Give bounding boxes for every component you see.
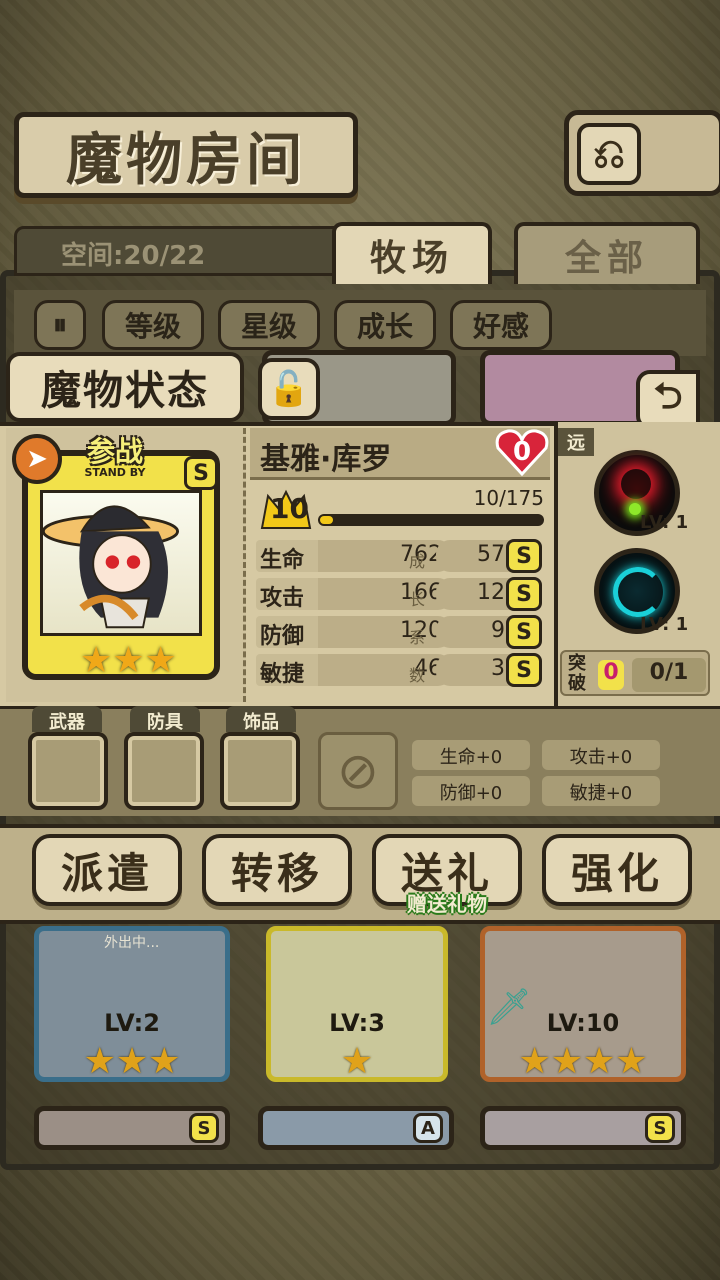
- bonus-attack: 攻击+0: [542, 740, 660, 770]
- sort-order-toggle-icon[interactable]: ⏸: [34, 300, 86, 350]
- stat-label: 生命: [256, 540, 318, 573]
- stat-label: 敏捷: [256, 654, 318, 687]
- tab-ranch[interactable]: 牧场: [332, 222, 492, 284]
- skill-glow: [621, 469, 651, 499]
- attack-type-icon: ➤: [12, 434, 62, 484]
- away-status: 外出中...: [104, 935, 160, 951]
- star-rating: ★★★: [80, 640, 177, 681]
- stat-value: 120: [318, 616, 452, 648]
- page-title: 魔物房间: [14, 112, 358, 198]
- back-button[interactable]: ⎌: [564, 110, 720, 196]
- stat-value: 166: [318, 578, 452, 610]
- growth-label-char: 长: [408, 590, 425, 609]
- sort-star-button[interactable]: 星级: [218, 300, 320, 350]
- status-title: 魔物状态: [6, 352, 244, 422]
- bonus-hp: 生命+0: [412, 740, 530, 770]
- breakthrough-ratio: 0/1: [632, 658, 706, 692]
- rank-badge: S: [645, 1113, 675, 1143]
- growth-grade-badge: S: [506, 577, 542, 611]
- sort-level-button[interactable]: 等级: [102, 300, 204, 350]
- roster-card[interactable]: S: [480, 1106, 686, 1150]
- accessory-slot[interactable]: [220, 732, 300, 810]
- transfer-button[interactable]: 转移: [202, 834, 352, 906]
- skill-level: LV: 1: [640, 614, 689, 635]
- roster-card-stars: ★★★: [83, 1041, 181, 1082]
- back-icon: ⎌: [577, 123, 641, 185]
- gift-sub-label: 赠送礼物: [407, 892, 487, 916]
- standby-sub-label: STAND BY: [84, 466, 146, 479]
- skill-level: LV: 1: [640, 512, 689, 533]
- monster-illustration: [43, 505, 179, 629]
- locked-slot-icon: ⊘: [318, 732, 398, 810]
- roster-card-level: LV:3: [329, 1009, 385, 1037]
- tab-all[interactable]: 全部: [514, 222, 700, 284]
- enhance-button[interactable]: 强化: [542, 834, 692, 906]
- accessory-label: 饰品: [226, 706, 296, 733]
- breakthrough-label: 突破: [568, 653, 586, 694]
- growth-label-char: 数: [408, 666, 425, 685]
- affection-value: 0: [512, 437, 532, 467]
- stat-value: 46: [318, 654, 452, 686]
- rank-badge: A: [413, 1113, 443, 1143]
- level-badge: 10: [258, 488, 314, 532]
- weapon-label: 武器: [32, 706, 102, 733]
- exp-text: 10/175: [473, 486, 544, 510]
- growth-label-char: 成: [408, 552, 425, 571]
- space-counter: 空间:20/22: [14, 226, 344, 276]
- lock-icon[interactable]: 🔓: [258, 358, 320, 420]
- standby-badge: 参战 STAND BY: [40, 430, 190, 479]
- roster-card-stars: ★: [340, 1041, 374, 1082]
- roster-card[interactable]: LV:3 ★: [266, 926, 448, 1082]
- dispatch-button[interactable]: 派遣: [32, 834, 182, 906]
- stat-label: 防御: [256, 616, 318, 649]
- monster-portrait: [40, 490, 202, 636]
- armor-label: 防具: [130, 706, 200, 733]
- bonus-agility: 敏捷+0: [542, 776, 660, 806]
- armor-slot[interactable]: [124, 732, 204, 810]
- bonus-defense: 防御+0: [412, 776, 530, 806]
- stat-label: 攻击: [256, 578, 318, 611]
- growth-grade-badge: S: [506, 539, 542, 573]
- rank-badge: S: [189, 1113, 219, 1143]
- rank-badge: S: [184, 456, 218, 490]
- sort-affection-button[interactable]: 好感: [450, 300, 552, 350]
- close-status-icon[interactable]: ⮌: [636, 370, 700, 430]
- sort-bar: ⏸ 等级 星级 成长 好感: [14, 290, 706, 356]
- range-tag: 远: [558, 428, 594, 456]
- weapon-slot[interactable]: [28, 732, 108, 810]
- roster-card[interactable]: S: [34, 1106, 230, 1150]
- stat-value: 762: [318, 540, 452, 572]
- breakthrough-count: 0: [598, 660, 624, 690]
- roster-card-level: LV:2: [104, 1009, 160, 1037]
- sort-growth-button[interactable]: 成长: [334, 300, 436, 350]
- exp-bar-fill: [320, 516, 333, 524]
- exp-bar: [318, 514, 544, 526]
- growth-grade-badge: S: [506, 615, 542, 649]
- affection-heart-icon[interactable]: 0: [494, 428, 550, 476]
- roster-card[interactable]: A: [258, 1106, 454, 1150]
- growth-grade-badge: S: [506, 653, 542, 687]
- weapon-equipped-icon: 🗡: [486, 987, 532, 1028]
- skill-glow: [613, 567, 663, 617]
- roster-card-stars: ★★★★: [518, 1041, 648, 1082]
- standby-label: 参战: [86, 435, 143, 468]
- breakthrough-box: 突破 0 0/1: [560, 650, 710, 696]
- level-value: 10: [270, 492, 309, 525]
- growth-label-char: 系: [408, 628, 425, 647]
